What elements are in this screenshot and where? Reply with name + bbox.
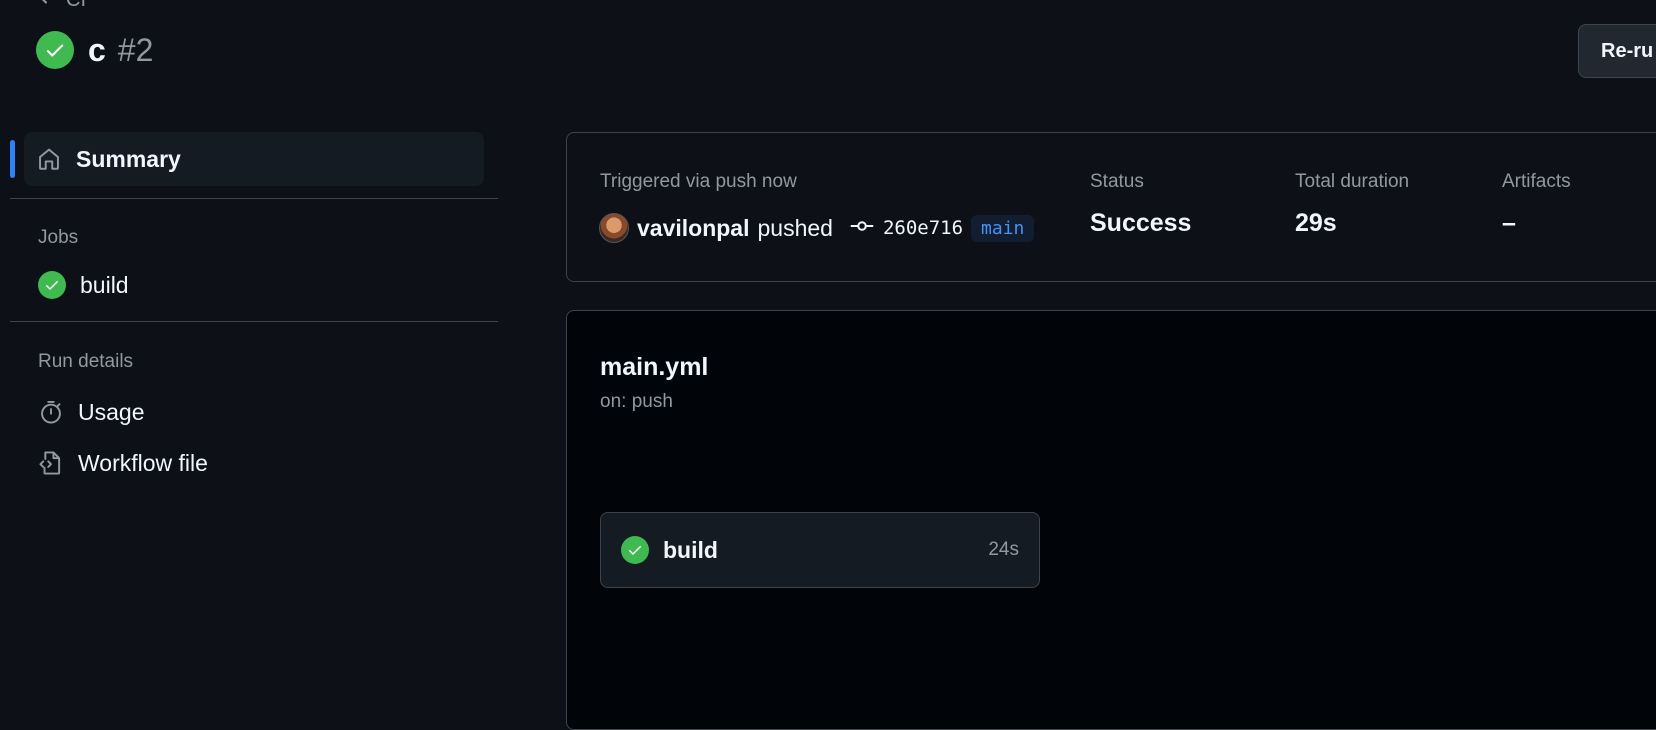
status-value: Success: [1090, 209, 1192, 237]
check-circle-icon: [38, 271, 66, 299]
jobs-section-title: Jobs: [38, 227, 79, 248]
back-link[interactable]: CI: [36, 0, 86, 14]
check-circle-icon: [621, 536, 649, 564]
run-number: #2: [117, 31, 154, 68]
sidebar-item-workflow-file[interactable]: Workflow file: [10, 438, 498, 488]
rerun-button[interactable]: Re-ru: [1578, 24, 1656, 78]
sidebar-item-build[interactable]: build: [10, 260, 498, 310]
workflow-graph-card: main.yml on: push build 24s: [566, 310, 1656, 730]
back-link-label: CI: [66, 0, 86, 12]
branch-badge[interactable]: main: [971, 214, 1035, 242]
sidebar-item-label: build: [80, 271, 129, 298]
sidebar-item-label: Summary: [76, 145, 181, 172]
file-code-icon: [38, 450, 64, 476]
sidebar-item-label: Workflow file: [78, 449, 208, 476]
artifacts-value: –: [1502, 209, 1516, 237]
run-details-section-title: Run details: [38, 351, 134, 372]
duration-value: 29s: [1295, 209, 1337, 237]
artifacts-label: Artifacts: [1502, 171, 1571, 192]
check-circle-icon: [36, 31, 74, 69]
commit-link[interactable]: 260e716: [883, 217, 963, 239]
duration-stat: Total duration 29s: [1295, 171, 1409, 238]
git-commit-icon: [849, 215, 875, 242]
artifacts-stat: Artifacts –: [1502, 171, 1571, 238]
sidebar: Summary Jobs build Run details Usage Wor…: [10, 132, 498, 488]
workflow-trigger: on: push: [600, 391, 673, 412]
job-node-build[interactable]: build 24s: [600, 512, 1040, 588]
duration-label: Total duration: [1295, 171, 1410, 192]
divider: [10, 321, 498, 322]
run-title-name: c: [88, 31, 106, 68]
home-icon: [36, 146, 62, 172]
sidebar-item-label: Usage: [78, 398, 145, 425]
divider: [10, 198, 498, 199]
run-summary-card: Triggered via push now vavilonpal pushed…: [566, 132, 1656, 282]
trigger-details: vavilonpal pushed 260e716 main: [599, 213, 1035, 243]
sidebar-item-summary[interactable]: Summary: [10, 132, 484, 186]
avatar[interactable]: [599, 213, 629, 243]
run-title: c #2: [36, 31, 153, 69]
user-link[interactable]: vavilonpal: [637, 215, 749, 242]
status-stat: Status Success: [1090, 171, 1191, 238]
job-name: build: [663, 536, 718, 563]
arrow-left-icon: [36, 0, 58, 14]
active-indicator: [10, 140, 15, 178]
sidebar-item-usage[interactable]: Usage: [10, 387, 498, 437]
trigger-label: Triggered via push now: [600, 171, 797, 192]
stopwatch-icon: [38, 399, 64, 425]
workflow-name: main.yml: [600, 353, 709, 381]
status-label: Status: [1090, 171, 1144, 192]
action-text: pushed: [757, 214, 833, 241]
job-duration: 24s: [988, 539, 1019, 560]
